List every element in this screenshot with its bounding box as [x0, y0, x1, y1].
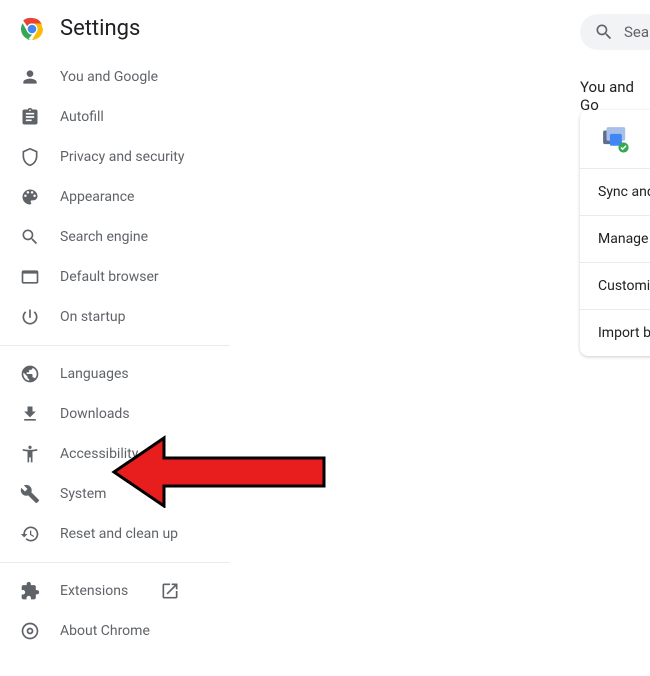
- sidebar-item-system[interactable]: System: [0, 474, 230, 514]
- sidebar-item-label: System: [60, 486, 106, 502]
- power-icon: [20, 307, 40, 327]
- card-row-manage[interactable]: Manage y: [580, 216, 650, 263]
- wrench-icon: [20, 484, 40, 504]
- restore-icon: [20, 524, 40, 544]
- sidebar-item-label: Search engine: [60, 229, 148, 245]
- card-row-import[interactable]: Import bo: [580, 310, 650, 356]
- accessibility-icon: [20, 444, 40, 464]
- card-row-sync-hero[interactable]: [580, 110, 650, 169]
- sidebar-item-label: Autofill: [60, 109, 104, 125]
- person-icon: [20, 67, 40, 87]
- card-row-customize[interactable]: Customiz: [580, 263, 650, 310]
- sidebar-item-reset[interactable]: Reset and clean up: [0, 514, 230, 554]
- sidebar-item-extensions[interactable]: Extensions: [0, 571, 230, 611]
- sidebar-item-label: Accessibility: [60, 446, 138, 462]
- sidebar-item-search-engine[interactable]: Search engine: [0, 217, 230, 257]
- search-icon: [594, 22, 614, 42]
- sidebar-item-label: Default browser: [60, 269, 159, 285]
- download-icon: [20, 404, 40, 424]
- card-row-label: Sync and: [598, 184, 650, 200]
- sidebar-item-downloads[interactable]: Downloads: [0, 394, 230, 434]
- globe-icon: [20, 364, 40, 384]
- extension-icon: [20, 581, 40, 601]
- sidebar-item-about-chrome[interactable]: About Chrome: [0, 611, 230, 651]
- search-input[interactable]: Searc: [580, 14, 650, 50]
- divider: [0, 562, 230, 563]
- palette-icon: [20, 187, 40, 207]
- chrome-outline-icon: [20, 621, 40, 641]
- shield-icon: [20, 147, 40, 167]
- page-title: Settings: [60, 16, 140, 41]
- sidebar-item-label: About Chrome: [60, 623, 150, 639]
- sidebar-item-label: Languages: [60, 366, 129, 382]
- sidebar-item-label: Downloads: [60, 406, 130, 422]
- sidebar-item-on-startup[interactable]: On startup: [0, 297, 230, 337]
- sync-illustration-icon: [598, 122, 632, 156]
- browser-icon: [20, 267, 40, 287]
- clipboard-icon: [20, 107, 40, 127]
- sidebar-item-default-browser[interactable]: Default browser: [0, 257, 230, 297]
- external-link-icon: [160, 581, 180, 601]
- sidebar-item-appearance[interactable]: Appearance: [0, 177, 230, 217]
- header: Settings: [0, 0, 650, 57]
- card-row-label: Customiz: [598, 278, 650, 294]
- settings-card: Sync and Manage y Customiz Import bo: [580, 110, 650, 356]
- divider: [0, 345, 230, 346]
- sidebar: You and Google Autofill Privacy and secu…: [0, 57, 230, 651]
- search-placeholder: Searc: [624, 23, 650, 41]
- card-row-sync[interactable]: Sync and: [580, 169, 650, 216]
- card-row-label: Import bo: [598, 325, 650, 341]
- sidebar-item-label: Reset and clean up: [60, 526, 178, 542]
- sidebar-item-autofill[interactable]: Autofill: [0, 97, 230, 137]
- section-title: You and Go: [580, 78, 650, 114]
- sidebar-item-accessibility[interactable]: Accessibility: [0, 434, 230, 474]
- card-row-label: Manage y: [598, 231, 650, 247]
- sidebar-item-label: Appearance: [60, 189, 134, 205]
- sidebar-item-label: Privacy and security: [60, 149, 184, 165]
- sidebar-item-privacy[interactable]: Privacy and security: [0, 137, 230, 177]
- sidebar-item-you-and-google[interactable]: You and Google: [0, 57, 230, 97]
- sidebar-item-label: Extensions: [60, 583, 128, 599]
- search-icon: [20, 227, 40, 247]
- sidebar-item-label: You and Google: [60, 69, 158, 85]
- sidebar-item-languages[interactable]: Languages: [0, 354, 230, 394]
- chrome-logo-icon: [20, 17, 44, 41]
- sidebar-item-label: On startup: [60, 309, 126, 325]
